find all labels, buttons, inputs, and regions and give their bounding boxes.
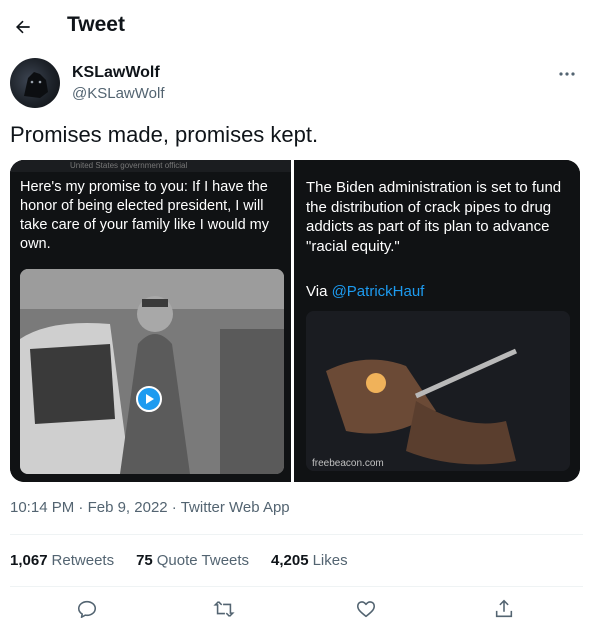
share-icon [495, 599, 513, 618]
mention-link[interactable]: @PatrickHauf [332, 283, 425, 300]
more-icon [559, 72, 575, 76]
like-button[interactable] [351, 594, 381, 624]
quotes-label: Quote Tweets [156, 552, 250, 569]
quote-tweets-stat[interactable]: 75 Quote Tweets [136, 552, 249, 569]
pipe-photo [306, 311, 570, 471]
tweet-actions [0, 594, 593, 624]
play-icon [146, 394, 154, 404]
tweet-time[interactable]: 10:14 PM [10, 499, 74, 516]
likes-stat[interactable]: 4,205 Likes [271, 552, 348, 569]
page-title: Tweet [67, 13, 125, 36]
promise-quote: Here's my promise to you: If I have the … [20, 179, 270, 252]
header-bar: Tweet [0, 0, 593, 52]
reply-icon [77, 600, 97, 619]
source-domain: freebeacon.com [312, 458, 384, 469]
media-image-left[interactable]: United States government official Here's… [10, 160, 294, 482]
avatar[interactable] [10, 58, 60, 108]
back-arrow-icon [16, 20, 30, 34]
share-button[interactable] [489, 594, 519, 624]
likes-label: Likes [312, 552, 348, 569]
tweet-stats: 1,067 Retweets 75 Quote Tweets 4,205 Likes [10, 552, 348, 569]
more-button[interactable] [555, 64, 579, 84]
reply-button[interactable] [72, 594, 102, 624]
tweet-author: KSLawWolf @KSLawWolf [10, 56, 583, 112]
meta-separator: · [74, 499, 88, 516]
top-strip-text: United States government official [10, 160, 291, 172]
via-line: Via @PatrickHauf [306, 283, 424, 300]
like-icon [356, 601, 376, 618]
tweet-client[interactable]: Twitter Web App [181, 499, 290, 516]
retweet-icon [213, 601, 235, 617]
tweet-media[interactable]: United States government official Here's… [10, 160, 580, 482]
retweets-stat[interactable]: 1,067 Retweets [10, 552, 114, 569]
divider [10, 586, 583, 587]
user-handle[interactable]: @KSLawWolf [72, 85, 164, 102]
media-image-right[interactable]: The Biden administration is set to fund … [294, 160, 580, 482]
tweet-date[interactable]: Feb 9, 2022 [88, 499, 168, 516]
tweet-meta: 10:14 PM · Feb 9, 2022 · Twitter Web App [10, 499, 290, 516]
back-button[interactable] [10, 14, 36, 40]
article-headline: The Biden administration is set to fund … [306, 179, 562, 255]
video-play-button[interactable] [136, 386, 162, 412]
biden-photo [20, 269, 284, 474]
display-name[interactable]: KSLawWolf [72, 64, 160, 82]
avatar-image [24, 72, 48, 98]
likes-count: 4,205 [271, 552, 309, 569]
quotes-count: 75 [136, 552, 153, 569]
retweets-label: Retweets [51, 552, 115, 569]
retweets-count: 1,067 [10, 552, 48, 569]
via-prefix: Via [306, 283, 332, 300]
divider [10, 534, 583, 535]
retweet-button[interactable] [209, 594, 239, 624]
meta-separator: · [167, 499, 181, 516]
tweet-text: Promises made, promises kept. [10, 122, 319, 147]
